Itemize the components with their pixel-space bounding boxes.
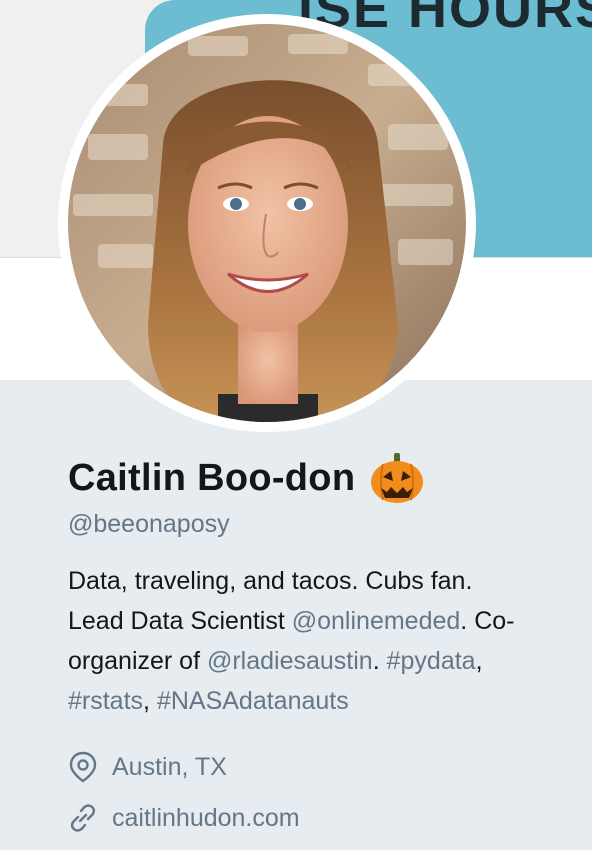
mention-link-rladiesaustin[interactable]: @rladiesaustin	[207, 647, 373, 675]
avatar-photo	[68, 24, 466, 422]
profile-name[interactable]: Caitlin Boo-don	[68, 457, 355, 500]
location-pin-icon	[69, 751, 97, 783]
profile-card: Caitlin Boo-don @beeonaposy Data, travel…	[68, 448, 578, 833]
bio-text: .	[372, 647, 387, 675]
bio-text: Lead Data Scientist	[68, 607, 292, 635]
bio-line: Lead Data Scientist @onlinemeded. Co-	[68, 601, 578, 641]
website-row: caitlinhudon.com	[68, 803, 578, 833]
name-row: Caitlin Boo-don	[68, 448, 578, 508]
hashtag-link-rstats[interactable]: #rstats	[68, 687, 143, 715]
mention-link-onlinemeded[interactable]: @onlinemeded	[292, 607, 461, 635]
profile-bio: Data, traveling, and tacos. Cubs fan. Le…	[68, 561, 578, 721]
website-link[interactable]: caitlinhudon.com	[112, 804, 300, 833]
location-text: Austin, TX	[112, 752, 227, 781]
link-icon	[70, 804, 96, 832]
bio-line: #rstats, #NASAdatanauts	[68, 681, 578, 721]
avatar[interactable]	[68, 24, 466, 422]
profile-handle[interactable]: @beeonaposy	[68, 510, 578, 539]
bio-text: ,	[143, 687, 157, 715]
location-row: Austin, TX	[68, 751, 578, 783]
hashtag-link-nasadatanauts[interactable]: #NASAdatanauts	[157, 687, 349, 715]
hashtag-link-pydata[interactable]: #pydata	[387, 647, 476, 675]
bio-text: organizer of	[68, 647, 207, 675]
bio-line: organizer of @rladiesaustin. #pydata,	[68, 641, 578, 681]
bio-line: Data, traveling, and tacos. Cubs fan.	[68, 567, 473, 595]
jack-o-lantern-icon	[371, 453, 424, 503]
bio-text: ,	[475, 647, 483, 675]
bio-text: . Co-	[460, 607, 515, 635]
